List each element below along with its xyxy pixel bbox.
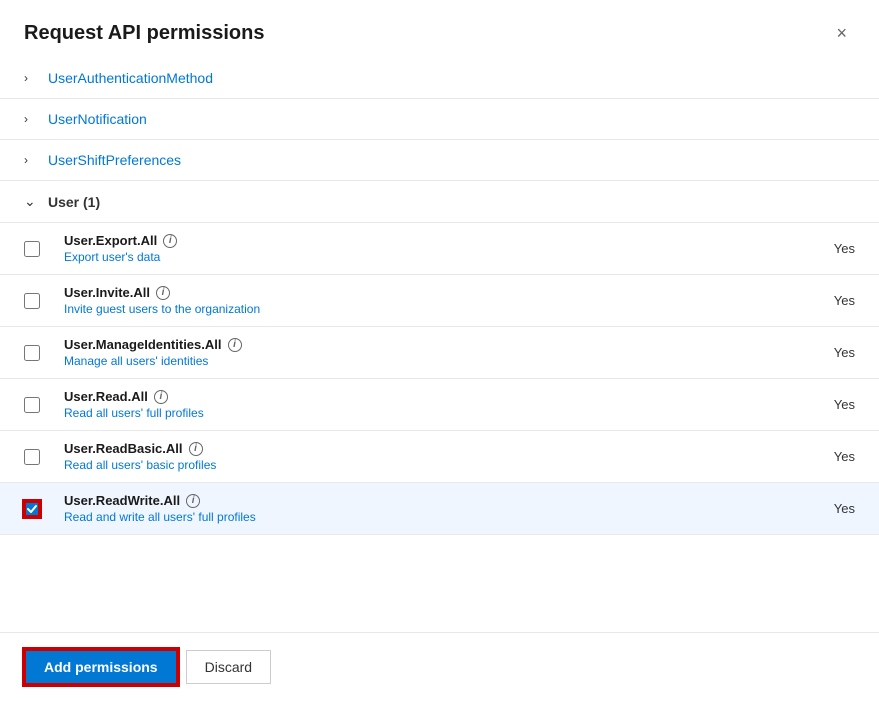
section-label: UserAuthenticationMethod xyxy=(48,70,213,86)
permission-row-user-manage-identities: User.ManageIdentities.All i Manage all u… xyxy=(0,327,879,379)
checkbox-cell xyxy=(24,397,56,413)
permission-row-user-invite-all: User.Invite.All i Invite guest users to … xyxy=(0,275,879,327)
checkbox-cell xyxy=(24,501,56,517)
permission-info: User.ManageIdentities.All i Manage all u… xyxy=(56,337,795,368)
permission-checkbox-user-readwrite-all[interactable] xyxy=(24,501,40,517)
permission-name: User.Read.All xyxy=(64,389,148,404)
expanded-section-label: User (1) xyxy=(48,194,100,210)
perm-name-row: User.Export.All i xyxy=(64,233,795,248)
permission-checkbox-user-export-all[interactable] xyxy=(24,241,40,257)
dialog-title: Request API permissions xyxy=(24,22,264,45)
permission-consent: Yes xyxy=(795,345,855,360)
dialog-footer: Add permissions Discard xyxy=(0,632,879,701)
permission-checkbox-user-invite-all[interactable] xyxy=(24,293,40,309)
permission-name: User.ReadBasic.All xyxy=(64,441,183,456)
permission-consent: Yes xyxy=(795,449,855,464)
info-icon[interactable]: i xyxy=(156,286,170,300)
permission-name: User.ReadWrite.All xyxy=(64,493,180,508)
perm-name-row: User.ReadBasic.All i xyxy=(64,441,795,456)
section-user-notification[interactable]: › UserNotification xyxy=(0,99,879,140)
permission-info: User.Invite.All i Invite guest users to … xyxy=(56,285,795,316)
checkbox-cell xyxy=(24,293,56,309)
permission-description: Manage all users' identities xyxy=(64,354,795,368)
permission-info: User.ReadWrite.All i Read and write all … xyxy=(56,493,795,524)
perm-name-row: User.ManageIdentities.All i xyxy=(64,337,795,352)
chevron-down-icon: ⌄ xyxy=(24,193,38,210)
scrollable-content[interactable]: › UserAuthenticationMethod › UserNotific… xyxy=(0,58,879,632)
permission-name: User.Export.All xyxy=(64,233,157,248)
checkbox-cell xyxy=(24,345,56,361)
info-icon[interactable]: i xyxy=(163,234,177,248)
permission-consent: Yes xyxy=(795,397,855,412)
permission-checkbox-user-readbasic-all[interactable] xyxy=(24,449,40,465)
section-user-shift-preferences[interactable]: › UserShiftPreferences xyxy=(0,140,879,181)
perm-name-row: User.Read.All i xyxy=(64,389,795,404)
permission-consent: Yes xyxy=(795,501,855,516)
perm-name-row: User.Invite.All i xyxy=(64,285,795,300)
permission-info: User.Read.All i Read all users' full pro… xyxy=(56,389,795,420)
permission-row-user-read-all: User.Read.All i Read all users' full pro… xyxy=(0,379,879,431)
chevron-right-icon: › xyxy=(24,71,38,85)
info-icon[interactable]: i xyxy=(186,494,200,508)
perm-name-row: User.ReadWrite.All i xyxy=(64,493,795,508)
close-button[interactable]: × xyxy=(828,20,855,46)
section-label: UserShiftPreferences xyxy=(48,152,181,168)
permission-description: Read and write all users' full profiles xyxy=(64,510,795,524)
info-icon[interactable]: i xyxy=(189,442,203,456)
permission-checkbox-user-read-all[interactable] xyxy=(24,397,40,413)
chevron-right-icon: › xyxy=(24,112,38,126)
permission-description: Export user's data xyxy=(64,250,795,264)
permission-description: Read all users' basic profiles xyxy=(64,458,795,472)
permission-consent: Yes xyxy=(795,293,855,308)
section-label: UserNotification xyxy=(48,111,147,127)
permission-info: User.ReadBasic.All i Read all users' bas… xyxy=(56,441,795,472)
dialog-header: Request API permissions × xyxy=(0,0,879,58)
checkbox-cell xyxy=(24,449,56,465)
permission-row-user-export-all: User.Export.All i Export user's data Yes xyxy=(0,223,879,275)
section-user-authentication-method[interactable]: › UserAuthenticationMethod xyxy=(0,58,879,99)
info-icon[interactable]: i xyxy=(228,338,242,352)
section-user-expanded[interactable]: ⌄ User (1) xyxy=(0,181,879,223)
chevron-right-icon: › xyxy=(24,153,38,167)
permission-checkbox-user-manage-identities[interactable] xyxy=(24,345,40,361)
permission-row-user-readwrite-all: User.ReadWrite.All i Read and write all … xyxy=(0,483,879,535)
permission-name: User.Invite.All xyxy=(64,285,150,300)
checkbox-cell xyxy=(24,241,56,257)
permission-consent: Yes xyxy=(795,241,855,256)
permission-description: Read all users' full profiles xyxy=(64,406,795,420)
discard-button[interactable]: Discard xyxy=(186,650,271,684)
permission-description: Invite guest users to the organization xyxy=(64,302,795,316)
request-api-permissions-dialog: Request API permissions × › UserAuthenti… xyxy=(0,0,879,701)
info-icon[interactable]: i xyxy=(154,390,168,404)
permission-info: User.Export.All i Export user's data xyxy=(56,233,795,264)
dialog-body: › UserAuthenticationMethod › UserNotific… xyxy=(0,58,879,632)
add-permissions-button[interactable]: Add permissions xyxy=(24,649,178,685)
permission-row-user-readbasic-all: User.ReadBasic.All i Read all users' bas… xyxy=(0,431,879,483)
permission-name: User.ManageIdentities.All xyxy=(64,337,222,352)
